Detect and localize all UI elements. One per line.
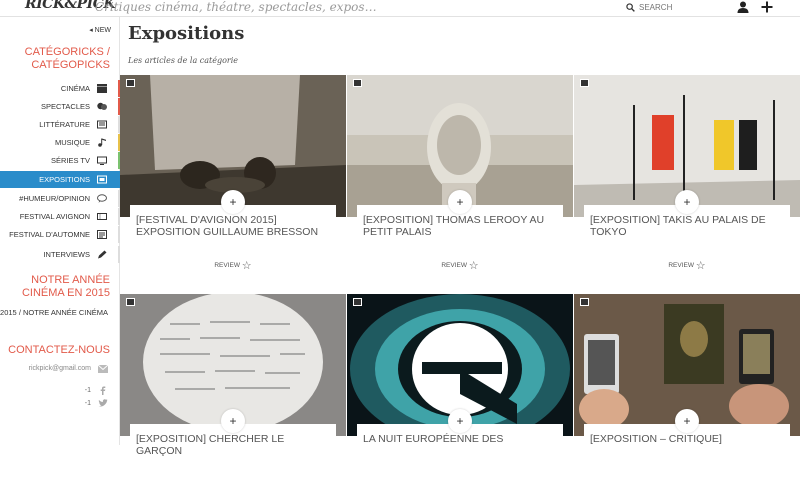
search-icon[interactable] xyxy=(626,3,635,12)
review-badge[interactable]: REVIEW ☆ xyxy=(120,259,346,272)
review-badge[interactable]: REVIEW ☆ xyxy=(347,259,573,272)
year-heading[interactable]: NOTRE ANNÉE CINÉMA EN 2015 xyxy=(0,274,120,300)
sidebar-item-festival-avignon[interactable]: FESTIVAL AVIGNON xyxy=(0,208,120,225)
expand-plus-icon[interactable]: + xyxy=(448,409,472,433)
review-badge[interactable]: REVIEW ☆ xyxy=(574,259,800,272)
tv-icon xyxy=(97,156,107,165)
article-title[interactable]: [EXPOSITION] CHERCHER LE GARÇON xyxy=(136,433,332,457)
new-link[interactable]: ◂ NEW xyxy=(89,26,111,34)
image-format-icon xyxy=(126,298,135,306)
contact-heading[interactable]: CONTACTEZ-NOUS xyxy=(0,344,120,357)
sidebar-item-cinema[interactable]: CINÉMA xyxy=(0,80,120,97)
article-title[interactable]: LA NUIT EUROPÉENNE DES xyxy=(363,433,559,445)
sidebar-item-humeur-opinion[interactable]: #HUMEUR/OPINION xyxy=(0,190,120,207)
user-icon[interactable] xyxy=(736,0,750,14)
star-icon: ☆ xyxy=(695,260,706,272)
sidebar-item-litterature[interactable]: LITTÉRATURE xyxy=(0,116,120,133)
image-format-icon xyxy=(353,298,362,306)
search-box[interactable] xyxy=(620,1,720,14)
sidebar-item-musique[interactable]: MUSIQUE xyxy=(0,134,120,151)
image-format-icon xyxy=(353,79,362,87)
pen-icon xyxy=(98,250,107,259)
sidebar-item-expositions[interactable]: EXPOSITIONS xyxy=(0,171,120,188)
article-title[interactable]: [EXPOSITION] THOMAS LEROOY AU PETIT PALA… xyxy=(363,214,559,238)
image-format-icon xyxy=(580,298,589,306)
image-format-icon xyxy=(126,79,135,87)
search-input[interactable] xyxy=(639,1,719,14)
speech-icon xyxy=(97,194,107,203)
expand-plus-icon[interactable]: + xyxy=(221,190,245,214)
page-title: Expositions xyxy=(128,23,245,44)
site-tagline: Critiques cinéma, théatre, spectacles, e… xyxy=(95,0,377,14)
masks-icon xyxy=(97,102,107,110)
expand-plus-icon[interactable]: + xyxy=(448,190,472,214)
clapper-icon xyxy=(97,84,107,93)
star-icon: ☆ xyxy=(468,260,479,272)
email-address[interactable]: rickpick@gmail.com xyxy=(29,365,91,372)
sidebar-item-spectacles[interactable]: SPECTACLES xyxy=(0,98,120,115)
top-bar: RICK&PICK Critiques cinéma, théatre, spe… xyxy=(0,0,800,17)
facebook-count: -1 xyxy=(84,387,91,394)
expand-plus-icon[interactable]: + xyxy=(221,409,245,433)
book-icon xyxy=(97,120,107,129)
article-title[interactable]: [EXPOSITION – CRITIQUE] xyxy=(590,433,786,445)
plus-icon[interactable] xyxy=(760,0,774,14)
main-content: Expositions Les articles de la catégorie… xyxy=(120,17,800,494)
frame-icon xyxy=(97,175,107,184)
sidebar-item-series-tv[interactable]: SÉRIES TV xyxy=(0,152,120,169)
music-note-icon xyxy=(98,138,106,147)
article-title[interactable]: [FESTIVAL D'AVIGNON 2015] EXPOSITION GUI… xyxy=(136,214,332,238)
star-icon: ☆ xyxy=(241,260,252,272)
mail-icon[interactable] xyxy=(98,365,108,373)
sidebar-item-festival-automne[interactable]: FESTIVAL D'AUTOMNE xyxy=(0,226,120,243)
image-format-icon xyxy=(580,79,589,87)
facebook-icon[interactable] xyxy=(98,386,108,395)
newspaper-icon xyxy=(97,230,107,239)
categories-heading[interactable]: CATÉGORICKS / CATÉGOPICKS xyxy=(0,46,120,72)
year-link[interactable]: 2015 / NOTRE ANNÉE CINÉMA xyxy=(0,308,120,318)
article-title[interactable]: [EXPOSITION] TAKIS AU PALAIS DE TOKYO xyxy=(590,214,786,238)
sidebar: ◂ NEW CATÉGORICKS / CATÉGOPICKS CINÉMA S… xyxy=(0,17,120,445)
ticket-icon xyxy=(97,213,107,220)
expand-plus-icon[interactable]: + xyxy=(675,190,699,214)
twitter-count: -1 xyxy=(84,400,91,407)
sidebar-item-interviews[interactable]: INTERVIEWS xyxy=(0,246,120,263)
twitter-icon[interactable] xyxy=(98,399,108,408)
expand-plus-icon[interactable]: + xyxy=(675,409,699,433)
page-subtitle: Les articles de la catégorie xyxy=(128,56,239,65)
